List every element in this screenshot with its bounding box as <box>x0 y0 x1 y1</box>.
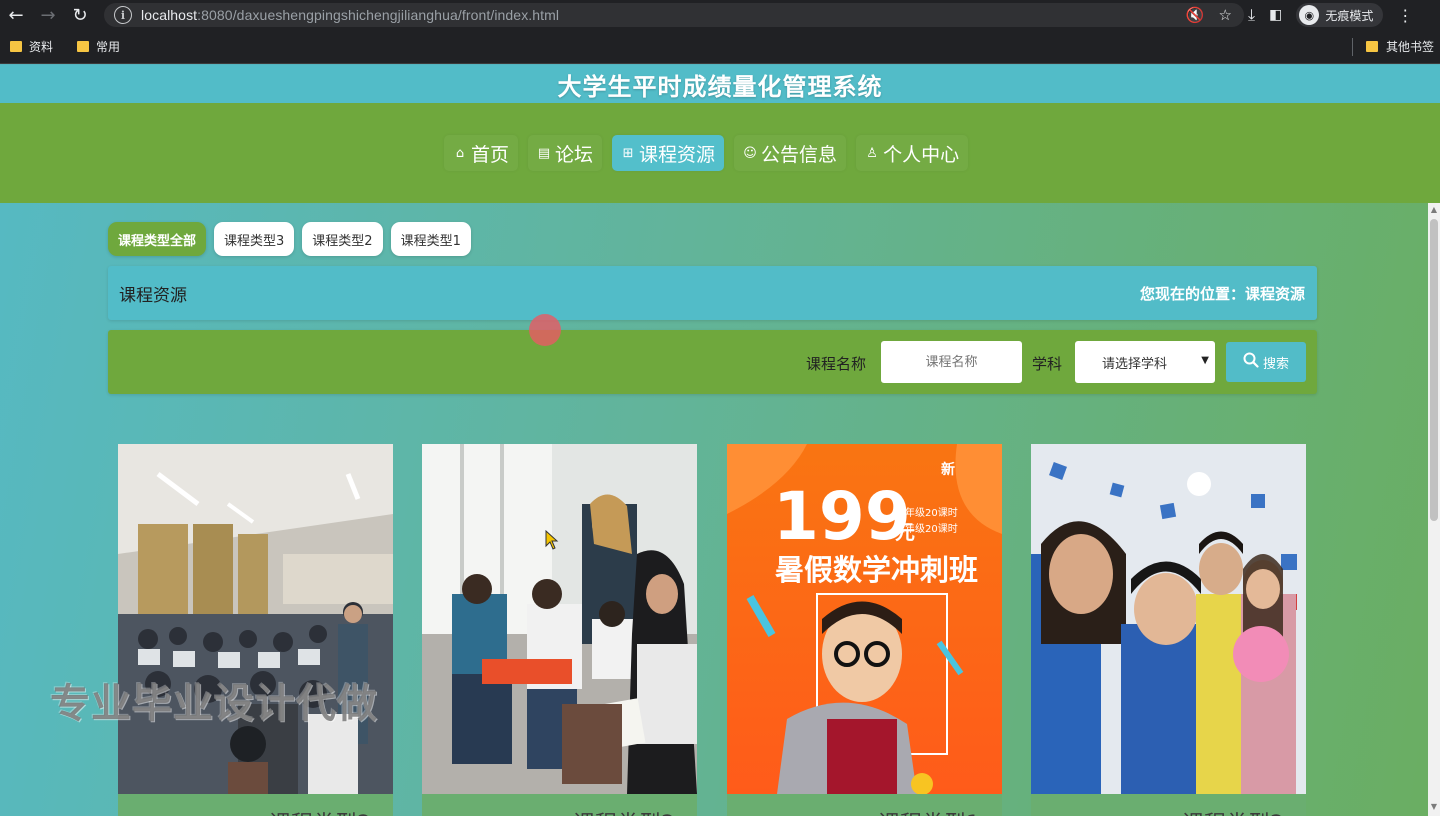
current-location: 您现在的位置： 课程资源 <box>1140 283 1305 304</box>
nav-label: 课程资源 <box>639 143 716 166</box>
nav-home[interactable]: ⌂ 首页 <box>444 135 519 171</box>
poster-line1: 三年级20课时 <box>895 506 958 519</box>
nav-label: 公告信息 <box>761 143 838 166</box>
browser-toolbar: ← → ↻ i localhost:8080/daxueshengpingshi… <box>0 0 1440 30</box>
incognito-icon: ◉ <box>1299 5 1320 25</box>
svg-text:新: 新 <box>941 461 955 478</box>
folder-icon <box>1365 41 1378 52</box>
students-studying-photo <box>422 444 697 794</box>
other-bookmarks-label: 其他书签 <box>1385 40 1434 54</box>
course-card[interactable]: 199 元 三年级20课时 六年级20课时 新 暑假数学冲刺班 <box>727 444 1002 816</box>
nav-label: 首页 <box>471 143 510 166</box>
nav-announcements[interactable]: ☺ 公告信息 <box>734 135 847 171</box>
main-nav: ⌂ 首页 ▤ 论坛 ⊞ 课程资源 ☺ 公告信息 ♙ 个人中心 <box>0 103 1440 203</box>
type-tab-all[interactable]: 课程类型全部 <box>108 222 207 256</box>
sidebar-icon[interactable]: ◧ <box>1269 7 1282 23</box>
course-card[interactable] <box>1031 444 1306 816</box>
mute-icon[interactable]: 🔇 <box>1186 6 1205 24</box>
happy-kids-photo <box>1031 444 1306 794</box>
card-label: 课程类型2 <box>1031 806 1306 816</box>
location-value[interactable]: 课程资源 <box>1245 283 1305 304</box>
scroll-thumb[interactable] <box>1430 219 1438 521</box>
search-button[interactable]: 搜索 <box>1226 342 1306 382</box>
page-title: 课程资源 <box>119 285 187 306</box>
course-card[interactable] <box>422 444 697 816</box>
poster-line2: 六年级20课时 <box>895 522 958 535</box>
chevron-down-icon: ▼ <box>1201 355 1209 366</box>
scroll-down-icon[interactable]: ▼ <box>1430 803 1438 811</box>
content-area: 课程类型全部 课程类型3 课程类型2 课程类型1 课程资源 您现在的位置： 课程… <box>0 203 1428 816</box>
menu-kebab-icon[interactable]: ⋮ <box>1397 6 1413 25</box>
folder-icon <box>77 41 90 52</box>
bookmarks-divider <box>1352 38 1353 56</box>
forward-icon[interactable]: → <box>32 0 64 30</box>
type-tab[interactable]: 课程类型3 <box>214 222 295 256</box>
type-tab[interactable]: 课程类型1 <box>390 222 471 256</box>
site-info-icon[interactable]: i <box>114 6 132 24</box>
card-label: 课程类型1 <box>727 806 1002 816</box>
mouse-pointer-icon <box>545 530 559 550</box>
course-card[interactable] <box>118 444 393 816</box>
watermark: 专业毕业设计代做 <box>50 681 378 727</box>
bookmark-star-icon[interactable]: ☆ <box>1219 6 1232 24</box>
site-title: 大学生平时成绩量化管理系统 <box>557 72 883 101</box>
math-course-poster: 199 元 三年级20课时 六年级20课时 新 暑假数学冲刺班 <box>727 444 1002 794</box>
search-form: 课程名称 学科 请选择学科 ▼ 搜索 <box>108 330 1317 394</box>
incognito-label: 无痕模式 <box>1325 8 1374 23</box>
subject-selected: 请选择学科 <box>1102 356 1168 372</box>
page-scrollbar[interactable]: ▲ ▼ <box>1428 203 1440 816</box>
poster-headline: 暑假数学冲刺班 <box>775 553 978 587</box>
poster-price: 199 <box>773 478 911 555</box>
other-bookmarks[interactable]: 其他书签 <box>1365 38 1434 55</box>
bookmark-label: 常用 <box>96 40 121 54</box>
bookmark-folder[interactable]: 常用 <box>77 38 120 55</box>
address-bar[interactable]: i localhost:8080/daxueshengpingshichengj… <box>104 3 1244 27</box>
course-name-label: 课程名称 <box>806 355 867 373</box>
home-icon: ⌂ <box>455 145 465 161</box>
nav-label: 个人中心 <box>883 143 960 166</box>
course-type-filter: 课程类型全部 课程类型3 课程类型2 课程类型1 <box>108 222 471 256</box>
gift-icon: ⊞ <box>622 145 634 161</box>
search-icon <box>1243 352 1259 372</box>
type-tab[interactable]: 课程类型2 <box>302 222 383 256</box>
url-text: localhost:8080/daxueshengpingshichengjil… <box>141 7 560 23</box>
back-icon[interactable]: ← <box>0 0 32 30</box>
subject-select[interactable]: 请选择学科 ▼ <box>1075 341 1215 383</box>
forum-icon: ▤ <box>537 145 551 161</box>
nav-label: 论坛 <box>555 143 594 166</box>
bookmarks-bar: 资料 常用 其他书签 <box>0 30 1440 64</box>
course-name-input[interactable] <box>881 341 1022 383</box>
smile-icon: ☺ <box>743 145 757 161</box>
user-icon: ♙ <box>866 145 878 161</box>
incognito-badge[interactable]: ◉ 无痕模式 <box>1296 3 1384 27</box>
card-label: 课程类型2 <box>422 806 697 816</box>
subject-label: 学科 <box>1032 355 1063 373</box>
download-icon[interactable]: ⤓ <box>1248 5 1255 25</box>
search-button-label: 搜索 <box>1262 356 1289 372</box>
site-header: 大学生平时成绩量化管理系统 <box>0 65 1440 103</box>
computer-lab-photo <box>118 444 393 794</box>
nav-forum[interactable]: ▤ 论坛 <box>528 135 603 171</box>
location-label: 您现在的位置： <box>1139 284 1245 303</box>
nav-personal-center[interactable]: ♙ 个人中心 <box>856 135 969 171</box>
folder-icon <box>10 41 22 52</box>
scroll-up-icon[interactable]: ▲ <box>1430 206 1438 214</box>
card-label: 课程类型2 <box>118 806 393 816</box>
bookmark-folder[interactable]: 资料 <box>10 38 53 55</box>
breadcrumb: 课程资源 您现在的位置： 课程资源 <box>108 266 1317 320</box>
bookmark-label: 资料 <box>29 40 54 54</box>
reload-icon[interactable]: ↻ <box>64 0 96 30</box>
nav-course-resources[interactable]: ⊞ 课程资源 <box>612 135 725 171</box>
cursor-highlight <box>529 314 561 346</box>
